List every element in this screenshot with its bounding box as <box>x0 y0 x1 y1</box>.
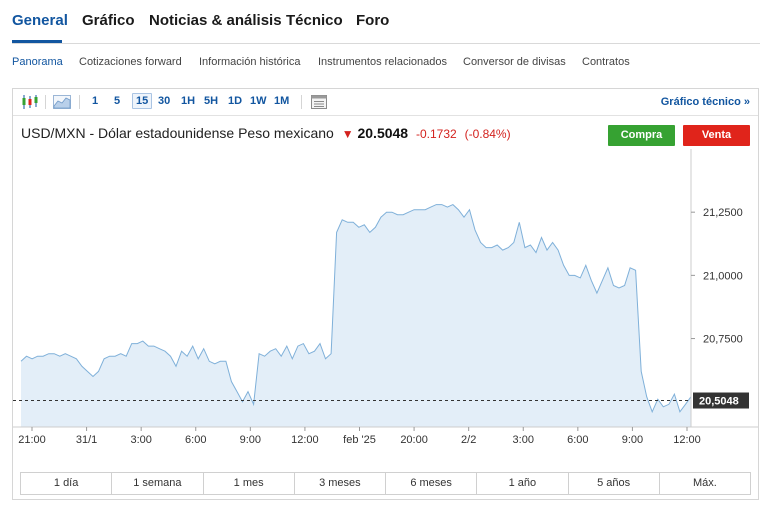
x-tick-label: 3:00 <box>130 434 151 446</box>
table-icon[interactable] <box>310 94 328 110</box>
toolbar-divider <box>301 95 302 109</box>
buy-button[interactable]: Compra <box>608 125 675 146</box>
tab-noticias-analisis[interactable]: Noticias & análisis <box>149 12 282 29</box>
range-5-anos[interactable]: 5 años <box>569 473 660 494</box>
y-tick-label: 21,0000 <box>703 270 743 282</box>
period-15[interactable]: 15 <box>132 93 153 109</box>
x-tick-label: 3:00 <box>513 434 534 446</box>
x-tick-label: 12:00 <box>291 434 319 446</box>
period-1d[interactable]: 1D <box>228 95 242 107</box>
subtab-panorama[interactable]: Panorama <box>12 56 63 68</box>
tab-foro[interactable]: Foro <box>356 12 389 29</box>
x-tick-label: feb '25 <box>343 434 376 446</box>
subtab-cotizaciones-forward[interactable]: Cotizaciones forward <box>79 56 182 68</box>
x-tick-label: 21:00 <box>18 434 46 446</box>
period-1w[interactable]: 1W <box>250 95 267 107</box>
active-tab-underline <box>12 40 62 43</box>
period-5h[interactable]: 5H <box>204 95 218 107</box>
range-1-dia[interactable]: 1 día <box>21 473 113 494</box>
range-1-mes[interactable]: 1 mes <box>204 473 295 494</box>
main-tabs: General Gráfico Noticias & análisis Técn… <box>12 0 760 44</box>
price-chart[interactable]: Investing.com 21,250021,000020,750020,50… <box>13 149 758 449</box>
down-arrow-icon: ▼ <box>341 127 354 141</box>
y-tick-label: 21,2500 <box>703 207 743 219</box>
period-5[interactable]: 5 <box>114 95 120 107</box>
technical-chart-link[interactable]: Gráfico técnico » <box>661 96 750 108</box>
toolbar-divider <box>79 95 80 109</box>
current-price-label: 20,5048 <box>699 396 739 408</box>
chart-toolbar: 1 5 15 30 1H 5H 1D 1W 1M Gráfico técnico… <box>13 89 758 116</box>
instrument-name: USD/MXN - Dólar estadounidense Peso mexi… <box>21 125 334 141</box>
chart-panel: 1 5 15 30 1H 5H 1D 1W 1M Gráfico técnico… <box>12 88 759 500</box>
subtab-informacion-historica[interactable]: Información histórica <box>199 56 301 68</box>
price-area-fill <box>21 204 691 427</box>
x-tick-label: 6:00 <box>567 434 588 446</box>
time-range-selector: 1 día 1 semana 1 mes 3 meses 6 meses 1 a… <box>20 472 751 495</box>
sell-button[interactable]: Venta <box>683 125 750 146</box>
toolbar-divider <box>45 95 46 109</box>
subtab-conversor-divisas[interactable]: Conversor de divisas <box>463 56 566 68</box>
price-change-percent: (-0.84%) <box>464 127 511 141</box>
candlestick-icon[interactable] <box>21 94 39 110</box>
range-6-meses[interactable]: 6 meses <box>386 473 478 494</box>
price-change: -0.1732 <box>415 127 457 141</box>
x-tick-label: 20:00 <box>400 434 428 446</box>
y-tick-label: 20,7500 <box>703 334 743 346</box>
x-tick-label: 31/1 <box>76 434 97 446</box>
range-1-ano[interactable]: 1 año <box>477 473 569 494</box>
period-1h[interactable]: 1H <box>181 95 195 107</box>
quote-line: USD/MXN - Dólar estadounidense Peso mexi… <box>21 125 511 141</box>
tab-tecnico[interactable]: Técnico <box>286 12 343 29</box>
x-tick-label: 9:00 <box>622 434 643 446</box>
area-chart-icon[interactable] <box>53 94 71 110</box>
last-price: 20.5048 <box>357 125 409 141</box>
period-1[interactable]: 1 <box>92 95 98 107</box>
range-max[interactable]: Máx. <box>660 473 750 494</box>
subtab-instrumentos-relacionados[interactable]: Instrumentos relacionados <box>318 56 447 68</box>
period-30[interactable]: 30 <box>158 95 170 107</box>
tab-general[interactable]: General <box>12 12 68 29</box>
x-tick-label: 2/2 <box>461 434 476 446</box>
x-tick-label: 12:00 <box>673 434 701 446</box>
range-3-meses[interactable]: 3 meses <box>295 473 386 494</box>
range-1-semana[interactable]: 1 semana <box>112 473 204 494</box>
tab-grafico[interactable]: Gráfico <box>82 12 135 29</box>
x-tick-label: 6:00 <box>185 434 206 446</box>
period-1m[interactable]: 1M <box>274 95 289 107</box>
subtab-contratos[interactable]: Contratos <box>582 56 630 68</box>
x-tick-label: 9:00 <box>240 434 261 446</box>
